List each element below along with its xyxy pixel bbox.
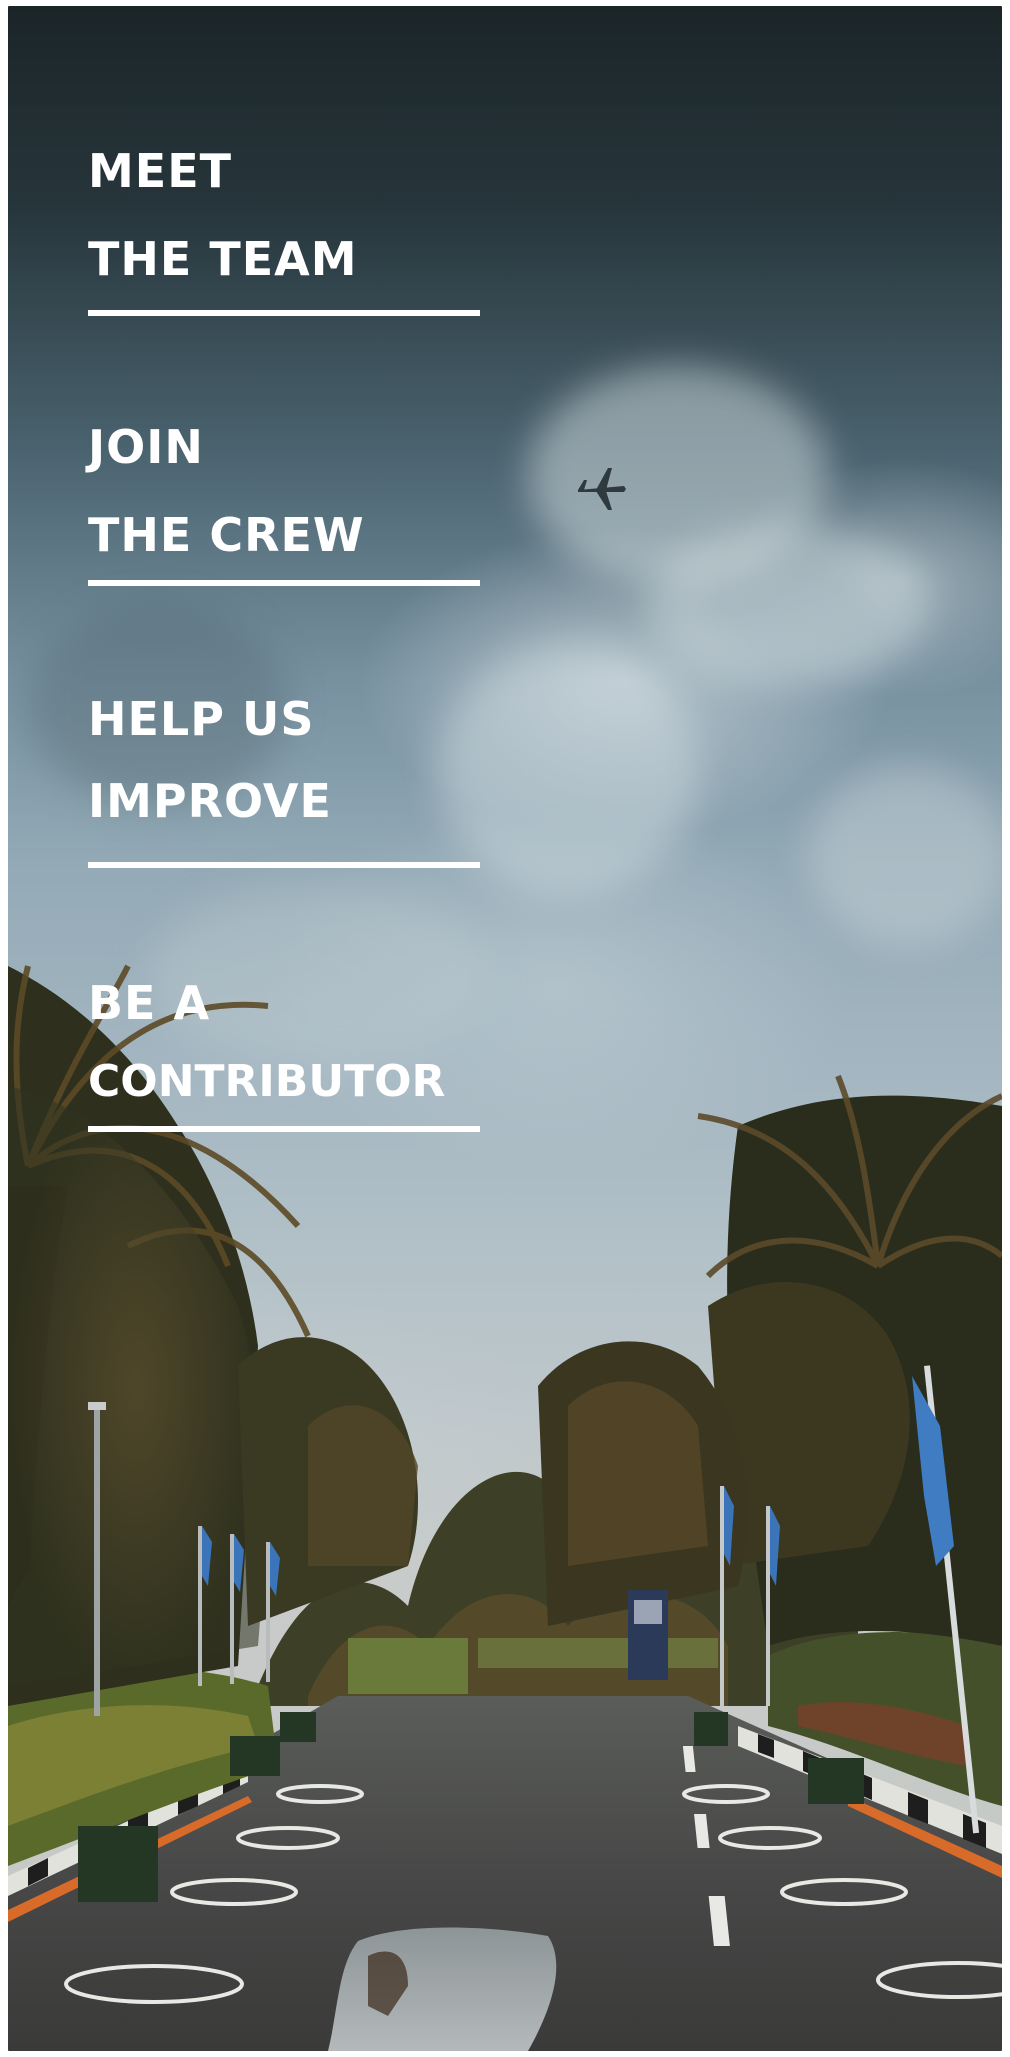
menu-item-label-line1: MEET [88, 144, 232, 198]
menu-underline [88, 862, 480, 868]
menu-item-label-line2: CONTRIBUTOR [88, 1056, 446, 1107]
menu-item-label-line1: JOIN [88, 420, 204, 474]
menu-underline [88, 310, 480, 316]
menu-item-label-line1: HELP US [88, 692, 315, 746]
menu-item-label-line2: THE CREW [88, 508, 365, 562]
menu-item-label-line2: THE TEAM [88, 232, 358, 286]
hero-background: MEET THE TEAM JOIN THE CREW HELP US IMPR… [8, 6, 1002, 2051]
menu-item-label-line2: IMPROVE [88, 774, 332, 828]
menu-underline [88, 580, 480, 586]
menu-item-label-line1: BE A [88, 976, 211, 1030]
menu-underline [88, 1126, 480, 1132]
